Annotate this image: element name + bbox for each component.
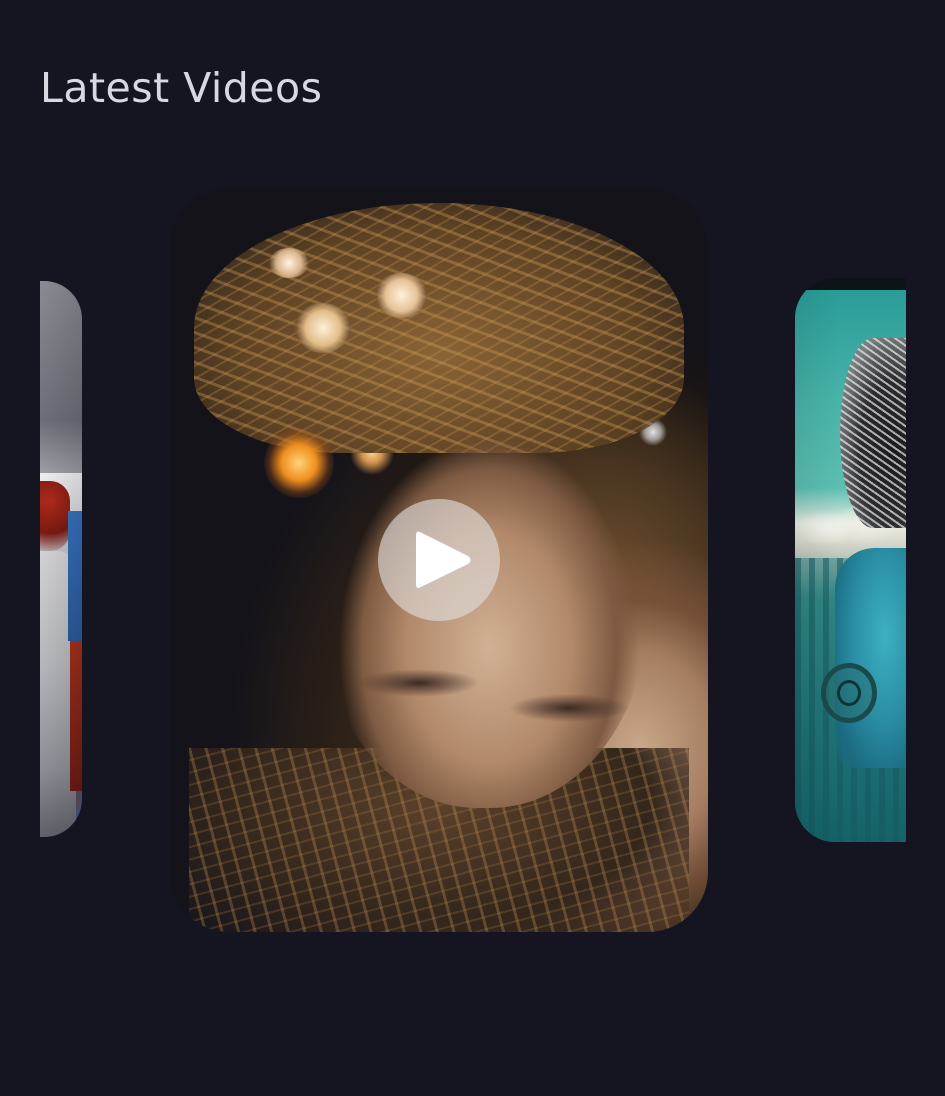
thumbnail-shade: [40, 281, 82, 837]
video-carousel[interactable]: [0, 0, 945, 1096]
thumbnail-light-bulb: [269, 248, 309, 278]
latest-videos-screen: Latest Videos: [0, 0, 945, 1096]
video-card-next[interactable]: [795, 278, 906, 842]
play-icon: [416, 531, 471, 588]
play-button[interactable]: [378, 499, 500, 621]
thumbnail-light-bulb: [294, 303, 352, 353]
thumbnail-shade: [795, 278, 906, 842]
thumbnail-glowing-light: [264, 428, 334, 498]
video-card-previous[interactable]: [40, 281, 82, 837]
thumbnail-light-bulb: [374, 273, 429, 318]
